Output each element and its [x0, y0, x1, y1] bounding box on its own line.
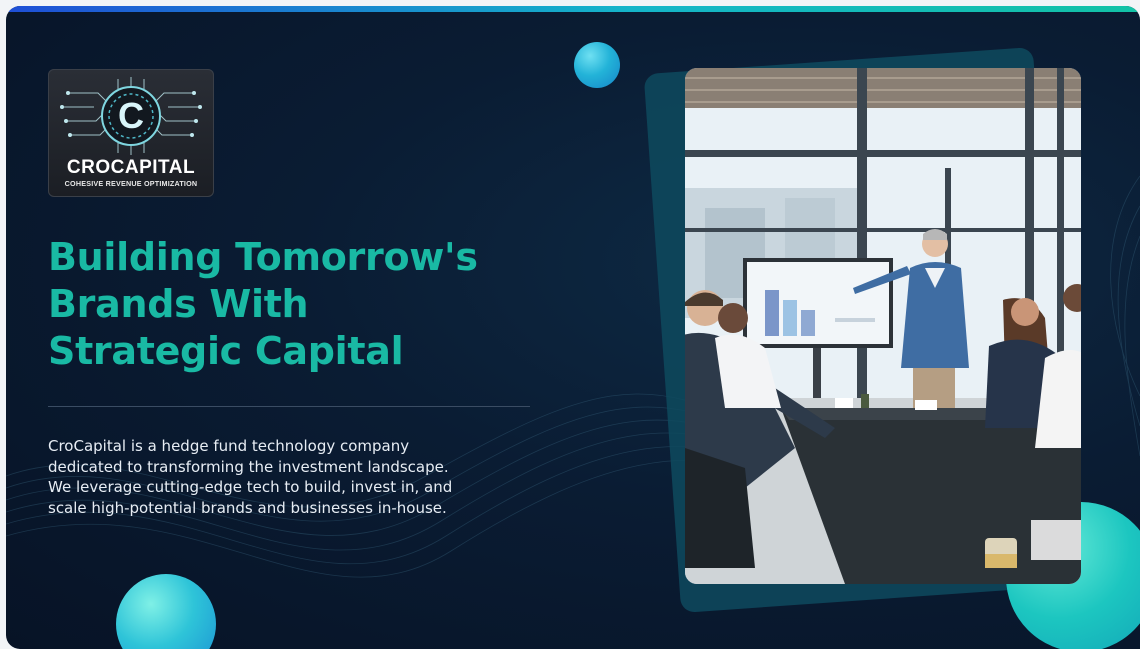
brand-name: CROCAPITAL [66, 157, 196, 178]
section-divider [48, 406, 530, 407]
meeting-photo [685, 68, 1081, 584]
headline-line-3: Strategic Capital [48, 329, 404, 373]
description-line-1: CroCapital is a hedge fund technology co… [48, 437, 410, 455]
headline-line-2: Brands With [48, 282, 309, 326]
brand-tagline: COHESIVE REVENUE OPTIMIZATION [64, 179, 198, 188]
hero-slide: C CROCAPITAL COHESIVE REVENUE OPTIMIZATI… [6, 6, 1140, 649]
decorative-bubble-top [574, 42, 620, 88]
circuit-emblem-icon: C [60, 77, 202, 155]
description-line-2: dedicated to transforming the investment… [48, 457, 449, 476]
description-line-3: We leverage cutting-edge tech to build, … [48, 478, 453, 496]
crocapital-logo: C CROCAPITAL COHESIVE REVENUE OPTIMIZATI… [48, 69, 214, 197]
svg-text:C: C [118, 95, 144, 136]
hero-description: CroCapital is a hedge fund technology co… [48, 436, 518, 518]
headline-line-1: Building Tomorrow's [48, 235, 478, 279]
description-line-4: scale high-potential brands and business… [48, 498, 447, 517]
meeting-illustration [685, 68, 1081, 584]
hero-headline: Building Tomorrow's Brands With Strategi… [48, 234, 568, 375]
